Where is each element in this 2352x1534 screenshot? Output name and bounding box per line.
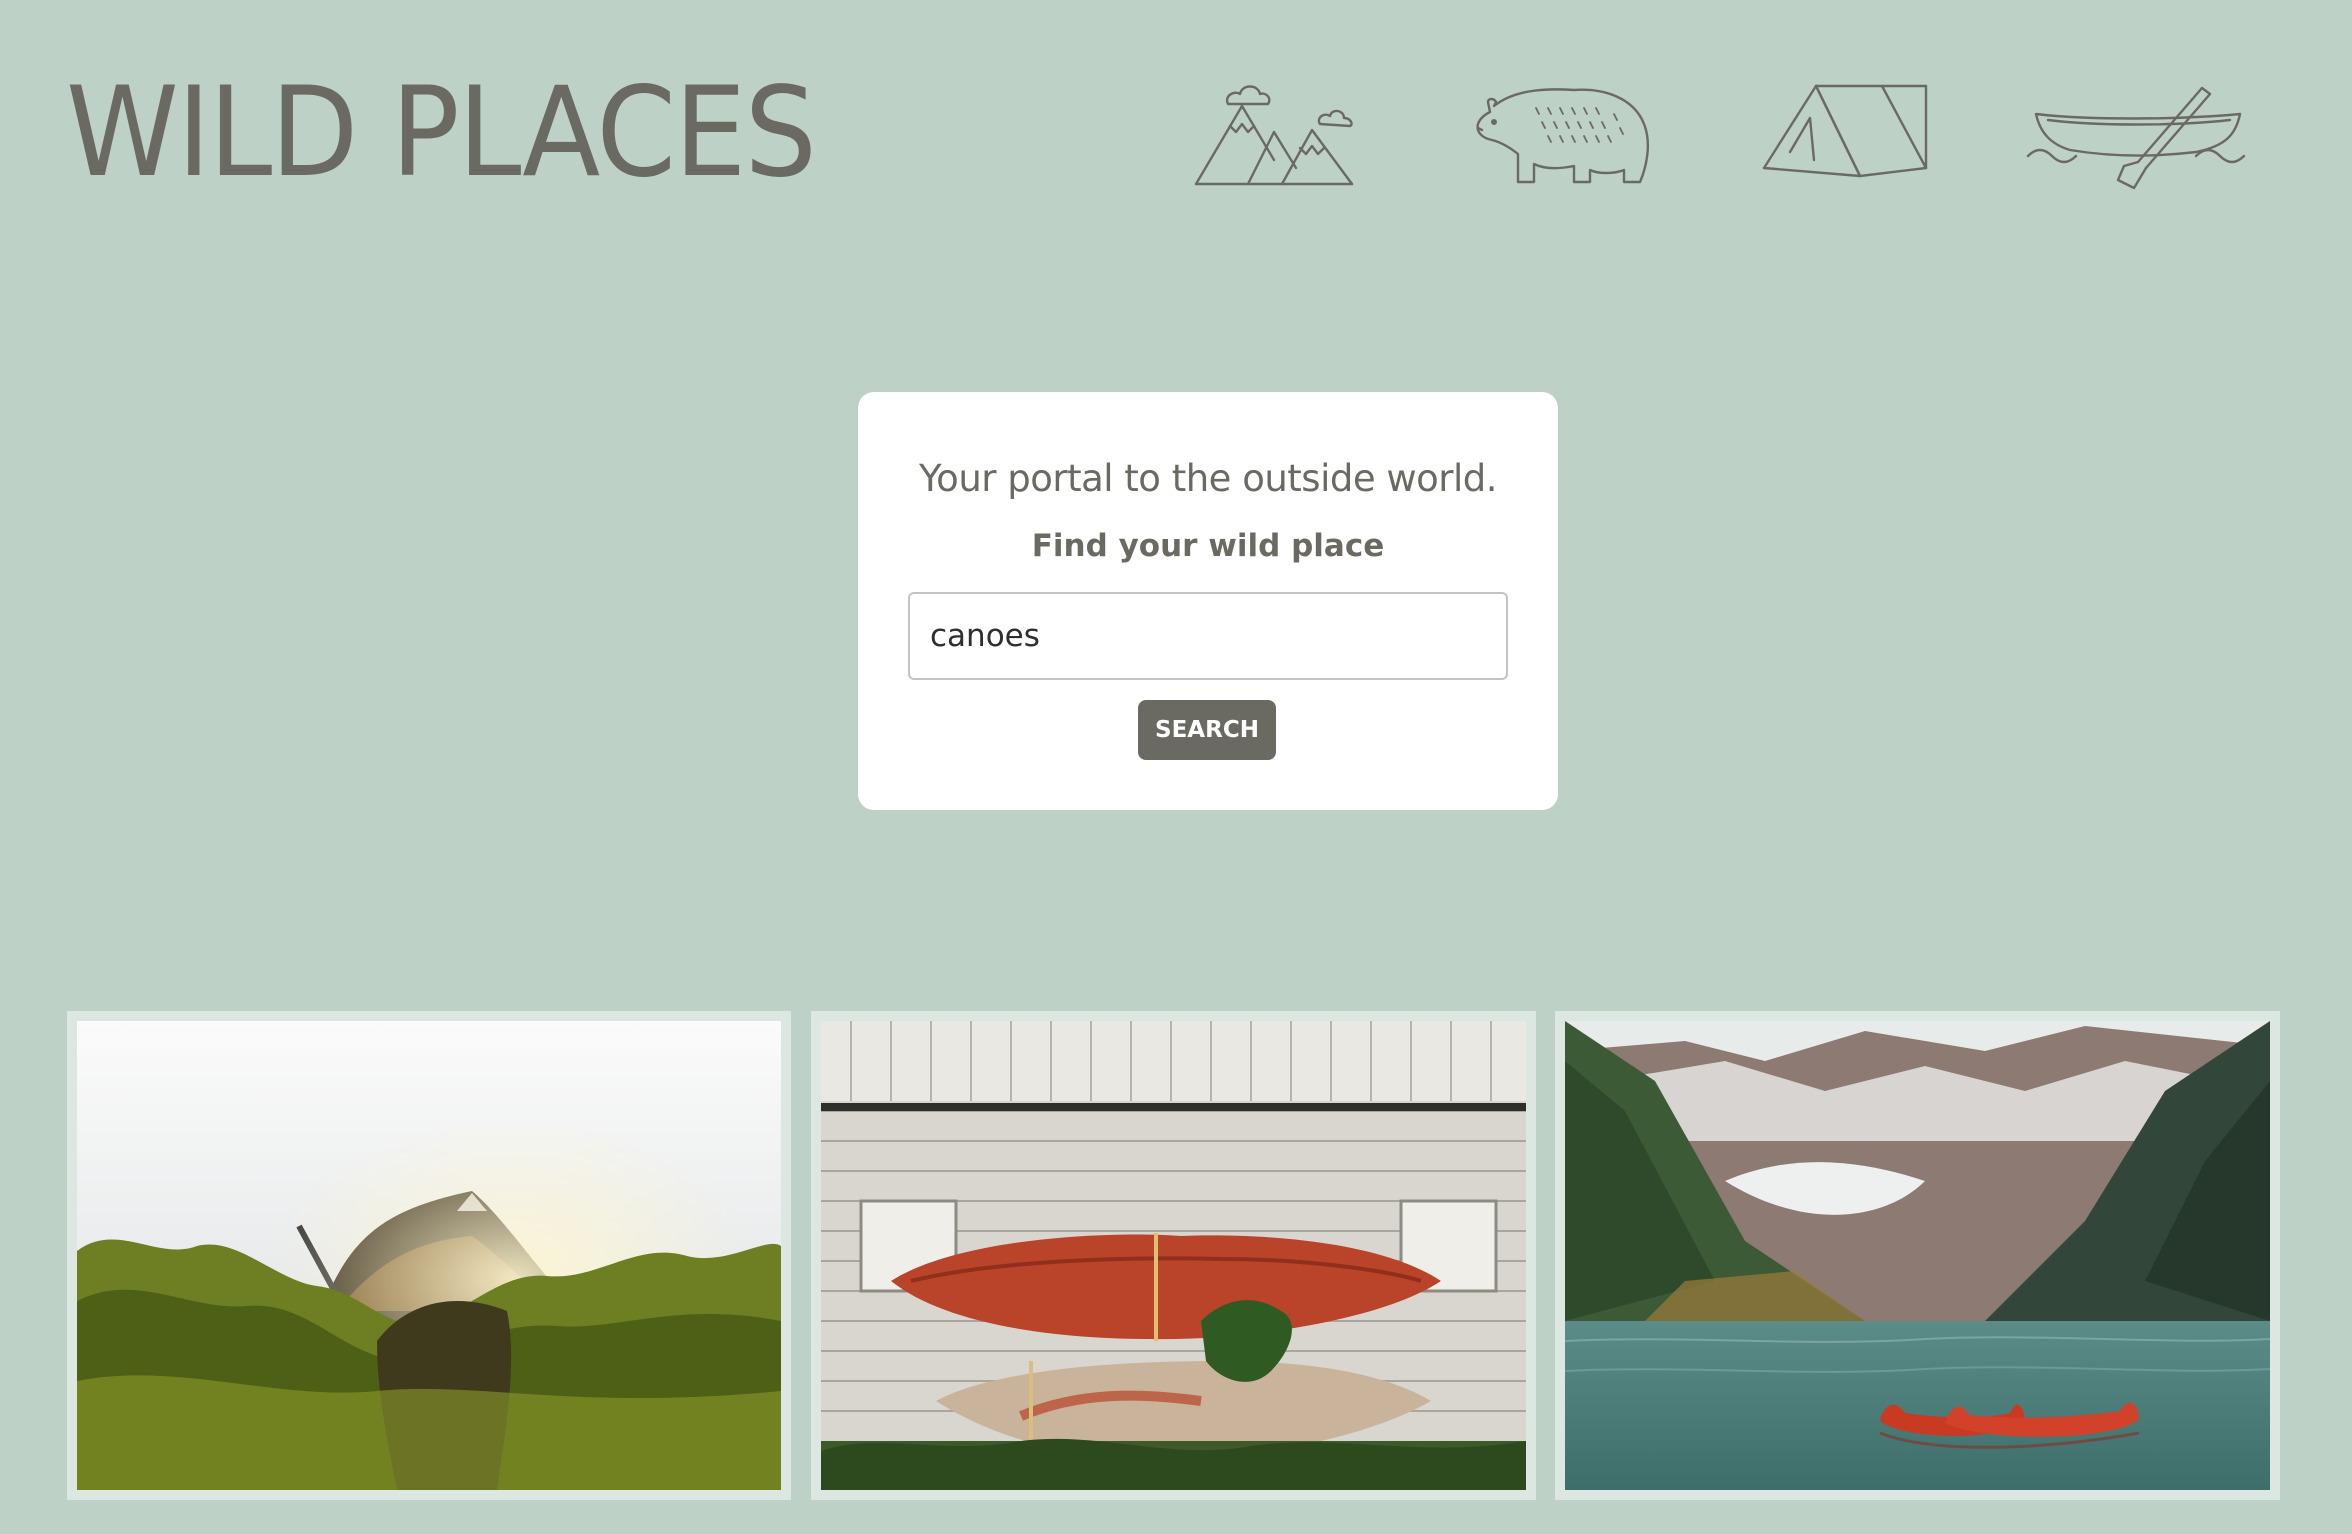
search-card: Your portal to the outside world. Find y… xyxy=(858,392,1558,810)
canoe-in-bushes-photo[interactable] xyxy=(67,1011,791,1500)
mountains-icon[interactable] xyxy=(1194,82,1356,188)
kayaks-against-barn-photo[interactable] xyxy=(811,1011,1536,1500)
search-button[interactable]: SEARCH xyxy=(1138,700,1276,760)
bear-icon[interactable] xyxy=(1474,84,1656,188)
search-input[interactable] xyxy=(908,592,1508,680)
tagline: Your portal to the outside world. xyxy=(919,457,1498,500)
search-label: Find your wild place xyxy=(1031,528,1385,564)
site-logo[interactable]: WILD PLACES xyxy=(66,58,817,208)
tent-icon[interactable] xyxy=(1760,82,1930,186)
canoe-icon[interactable] xyxy=(2026,86,2248,190)
canoes-on-mountain-lake-photo[interactable] xyxy=(1555,1011,2280,1500)
